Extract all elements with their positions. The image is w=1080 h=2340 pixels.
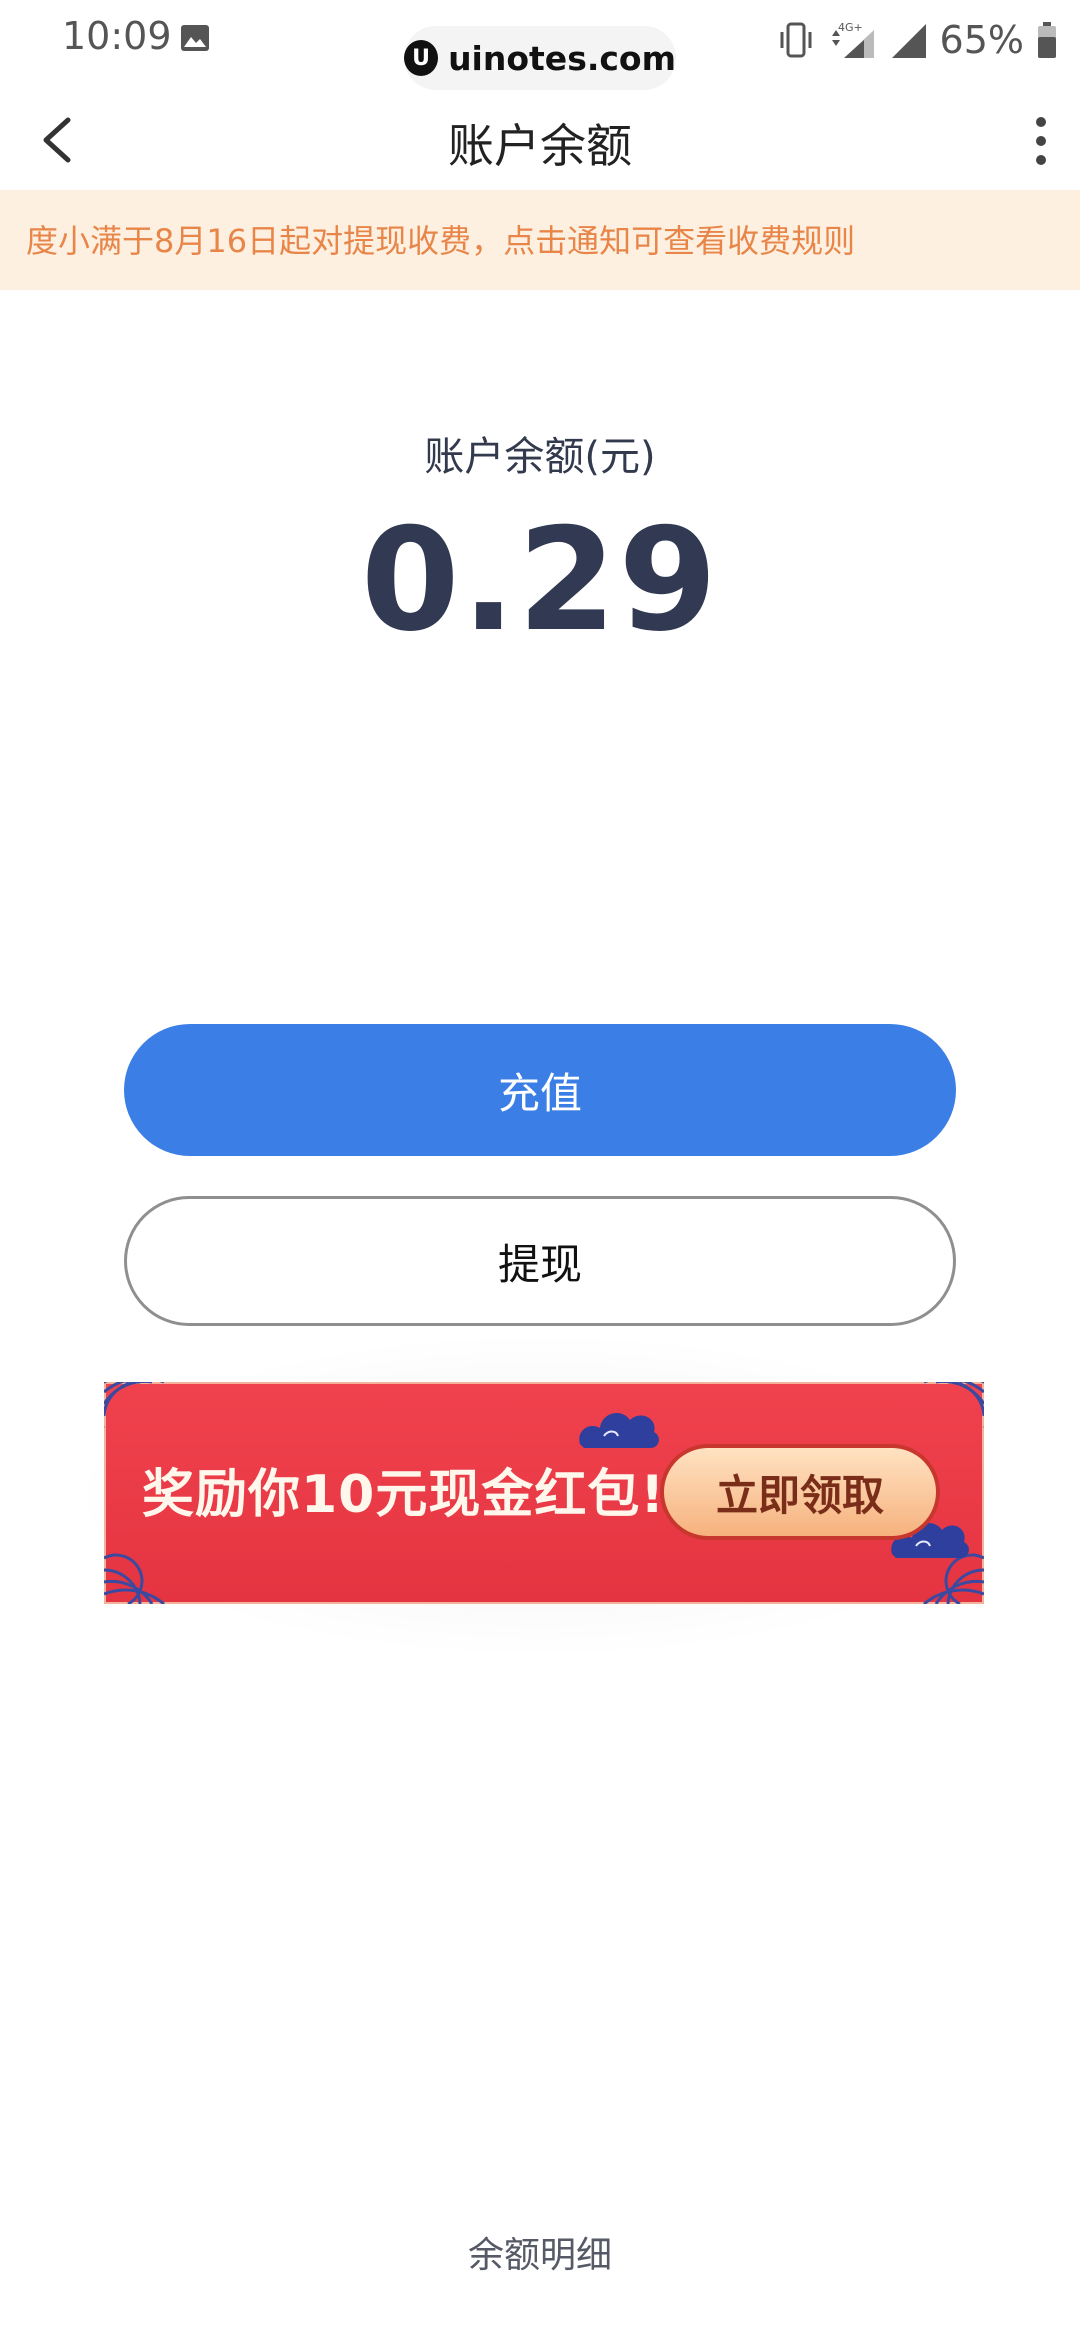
recharge-button[interactable]: 充值 xyxy=(124,1024,956,1156)
uinotes-watermark: U uinotes.com xyxy=(404,26,676,90)
app-header: 账户余额 xyxy=(0,90,1080,190)
watermark-text: uinotes.com xyxy=(448,38,676,78)
wave-pattern-icon xyxy=(104,1382,164,1428)
red-packet-promo-banner[interactable]: 奖励你10元现金红包! 立即领取 xyxy=(104,1382,984,1604)
network-type-label: 4G+ xyxy=(838,21,863,34)
fee-notice-text: 度小满于8月16日起对提现收费，点击通知可查看收费规则 xyxy=(26,222,856,260)
cloud-decoration-icon xyxy=(579,1413,659,1448)
withdraw-button[interactable]: 提现 xyxy=(124,1196,956,1326)
battery-icon xyxy=(1038,22,1056,58)
signal-icon xyxy=(891,24,926,58)
balance-amount: 0.29 xyxy=(360,498,720,663)
balance-detail-link[interactable]: 余额明细 xyxy=(0,2226,1080,2278)
balance-label: 账户余额(元) xyxy=(424,434,656,480)
wave-pattern-icon xyxy=(104,1553,165,1604)
more-options-icon[interactable] xyxy=(1026,108,1056,174)
vibrate-icon xyxy=(780,22,812,58)
image-notification-icon xyxy=(181,25,209,51)
status-time: 10:09 xyxy=(62,14,172,58)
wave-pattern-icon xyxy=(924,1382,984,1428)
fee-notice-banner[interactable]: 度小满于8月16日起对提现收费，点击通知可查看收费规则 xyxy=(0,190,1080,290)
cellular-4g-icon: 4G+ xyxy=(831,21,874,58)
page-title: 账户余额 xyxy=(448,119,632,173)
promo-headline: 奖励你10元现金红包! xyxy=(142,1465,666,1525)
claim-now-button[interactable]: 立即领取 xyxy=(664,1448,936,1536)
status-icons: 4G+ 65% xyxy=(778,18,1058,62)
battery-percent: 65% xyxy=(939,18,1024,62)
balance-page: 10:09 4G+ 65% U uinotes.com 账户余额 度小满于8月1… xyxy=(0,0,1080,2340)
uinotes-logo-icon: U xyxy=(404,40,439,76)
